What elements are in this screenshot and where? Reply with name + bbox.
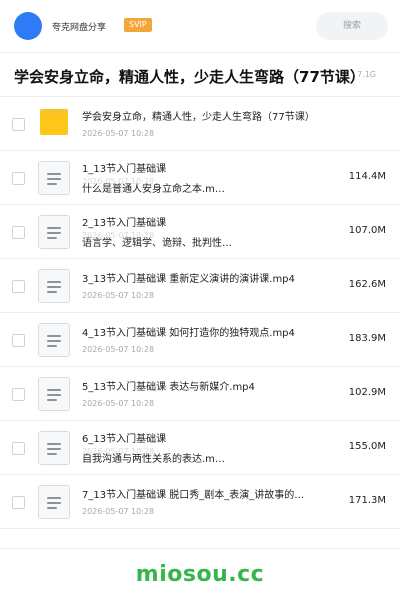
document-icon — [38, 377, 70, 411]
file-name: 7_13节入门基础课 脱口秀_剧本_表演_讲故事的… — [82, 490, 305, 501]
file-name: 5_13节入门基础课 表达与新媒介.mp4 — [82, 382, 255, 393]
search-input[interactable]: 搜索 — [316, 12, 388, 40]
folder-size: · 7.1G — [352, 70, 377, 79]
row-checkbox[interactable] — [12, 442, 25, 455]
row-checkbox[interactable] — [12, 496, 25, 509]
document-icon — [38, 431, 70, 465]
row-checkbox[interactable] — [12, 172, 25, 185]
file-date: 2026-05-07 10:28 — [82, 345, 155, 354]
watermark: miosou.cc — [135, 562, 265, 587]
folder-icon — [40, 109, 68, 135]
file-row[interactable]: 7_13节入门基础课 脱口秀_剧本_表演_讲故事的… 2026-05-07 10:… — [0, 475, 400, 529]
file-date: 2026-05-07 10:28 — [82, 447, 155, 456]
svip-badge: SVIP — [124, 18, 152, 32]
file-date: 2026-05-07 10:28 — [82, 231, 155, 240]
file-size: 107.0M — [348, 225, 386, 236]
row-checkbox[interactable] — [12, 226, 25, 239]
divider — [0, 548, 400, 549]
row-checkbox[interactable] — [12, 388, 25, 401]
file-row[interactable]: 2_13节入门基础课 语言学、逻辑学、诡辩、批判性… 2026-05-07 10:2… — [0, 205, 400, 259]
file-date: 2026-05-07 10:28 — [82, 177, 155, 186]
page-title: 学会安身立命，精通人性，少走人生弯路（77节课） — [14, 68, 356, 86]
share-title: 夸克网盘分享 — [52, 23, 107, 33]
file-size: 183.9M — [348, 333, 386, 344]
row-checkbox[interactable] — [12, 280, 25, 293]
file-name: 学会安身立命，精通人性，少走人生弯路（77节课） — [82, 112, 315, 123]
file-size: 162.6M — [348, 279, 386, 290]
file-row[interactable]: 6_13节入门基础课 自我沟通与两性关系的表达.m… 2026-05-07 10:2… — [0, 421, 400, 475]
file-row[interactable]: 1_13节入门基础课 什么是普通人安身立命之本.m… 2026-05-07 10:2… — [0, 151, 400, 205]
file-date: 2026-05-07 10:28 — [82, 129, 155, 138]
file-name: 2_13节入门基础课 — [82, 218, 167, 229]
row-checkbox[interactable] — [12, 118, 25, 131]
file-row[interactable]: 3_13节入门基础课 重新定义演讲的演讲课.mp4 2026-05-07 10:2… — [0, 259, 400, 313]
divider — [0, 52, 400, 53]
file-date: 2026-05-07 10:28 — [82, 507, 155, 516]
file-size: 102.9M — [348, 387, 386, 398]
file-size: 114.4M — [348, 171, 386, 182]
folder-row[interactable]: 学会安身立命，精通人性，少走人生弯路（77节课） 2026-05-07 10:28 — [0, 97, 400, 151]
file-date: 2026-05-07 10:28 — [82, 291, 155, 300]
header: 夸克网盘分享 SVIP 搜索 — [0, 0, 400, 52]
row-checkbox[interactable] — [12, 334, 25, 347]
file-size: 155.0M — [348, 441, 386, 452]
document-icon — [38, 269, 70, 303]
document-icon — [38, 323, 70, 357]
file-date: 2026-05-07 10:28 — [82, 399, 155, 408]
file-name: 3_13节入门基础课 重新定义演讲的演讲课.mp4 — [82, 274, 295, 285]
document-icon — [38, 485, 70, 519]
file-name: 1_13节入门基础课 — [82, 164, 167, 175]
document-icon — [38, 215, 70, 249]
file-row[interactable]: 4_13节入门基础课 如何打造你的独特观点.mp4 2026-05-07 10:2… — [0, 313, 400, 367]
avatar[interactable] — [14, 12, 42, 40]
file-size: 171.3M — [348, 495, 386, 506]
document-icon — [38, 161, 70, 195]
file-name: 4_13节入门基础课 如何打造你的独特观点.mp4 — [82, 328, 295, 339]
file-name: 6_13节入门基础课 — [82, 434, 167, 445]
file-row[interactable]: 5_13节入门基础课 表达与新媒介.mp4 2026-05-07 10:28 102… — [0, 367, 400, 421]
